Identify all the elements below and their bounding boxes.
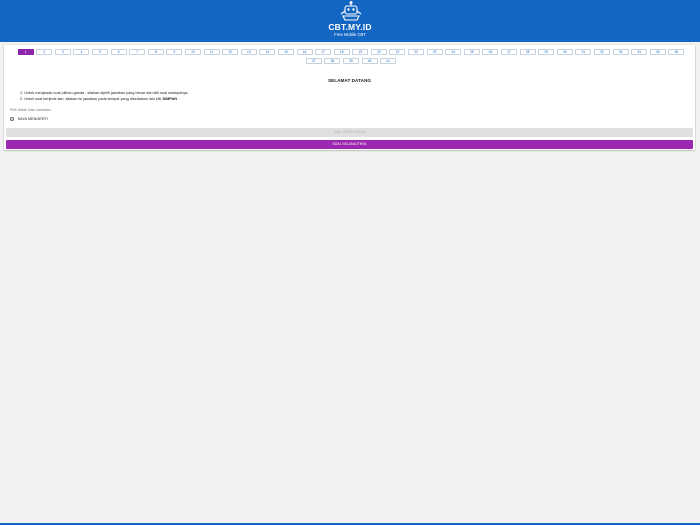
question-navigation: 1 2 3 4 5 6 7 8 9 10 11 12 13 14 15 16 17 18 19 20 21 22 23 24 2…	[10, 49, 692, 64]
answer-option-label: SAYA MENGERTI	[17, 117, 48, 121]
instruction-item: 2. Untuk soal berjenis lain, silakan isi…	[20, 97, 177, 101]
question-number-button[interactable]: 29	[538, 49, 555, 55]
question-number-button[interactable]: 3	[54, 49, 71, 55]
question-number-button[interactable]: 10	[184, 49, 201, 55]
question-number-button[interactable]: 18	[333, 49, 350, 55]
question-number-button[interactable]: 22	[408, 49, 425, 55]
question-number-button[interactable]: 11	[203, 49, 220, 55]
radio-button[interactable]	[10, 117, 14, 121]
question-number-button[interactable]: 40	[361, 58, 378, 64]
question-number-button[interactable]: 1	[17, 49, 34, 55]
question-number-button[interactable]: 9	[166, 49, 183, 55]
question-number-button[interactable]: 20	[370, 49, 387, 55]
question-number-button[interactable]: 38	[324, 58, 341, 64]
question-number-button[interactable]: 15	[277, 49, 294, 55]
question-number-button[interactable]: 37	[305, 58, 322, 64]
question-number-button[interactable]: 2	[36, 49, 53, 55]
question-number-button[interactable]: 25	[463, 49, 480, 55]
robot-mascot-icon	[340, 1, 362, 21]
question-number-button[interactable]: 34	[631, 49, 648, 55]
question-number-button[interactable]: 35	[649, 49, 666, 55]
question-number-button[interactable]: 17	[315, 49, 332, 55]
exam-card: 1 2 3 4 5 6 7 8 9 10 11 12 13 14 15 16 17 18 19 20 21 22 23 24 2…	[4, 45, 695, 150]
welcome-title: SELAMAT DATANG	[328, 78, 371, 83]
question-number-button[interactable]: 13	[240, 49, 257, 55]
answer-option[interactable]: SAYA MENGERTI	[10, 116, 48, 122]
question-number-button[interactable]: 24	[445, 49, 462, 55]
question-number-button[interactable]: 21	[389, 49, 406, 55]
instruction-bold-word: SIMPAN	[162, 97, 177, 101]
question-number-button[interactable]: 8	[147, 49, 164, 55]
question-number-button[interactable]: 23	[426, 49, 443, 55]
question-number-button[interactable]: 33	[612, 49, 629, 55]
site-title: CBT.MY.ID	[328, 22, 372, 32]
question-number-button[interactable]: 36	[668, 49, 685, 55]
answer-prompt: Pilih Salah Satu Jawaban	[10, 108, 51, 112]
previous-question-button[interactable]: SOAL SEBELUMNYA	[6, 128, 693, 137]
question-number-button[interactable]: 14	[259, 49, 276, 55]
question-number-button[interactable]: 16	[296, 49, 313, 55]
question-number-button[interactable]: 19	[352, 49, 369, 55]
question-number-button[interactable]: 5	[91, 49, 108, 55]
question-number-button[interactable]: 32	[594, 49, 611, 55]
question-number-button[interactable]: 12	[222, 49, 239, 55]
next-question-button[interactable]: SOAL SELANJUTNYA	[6, 139, 693, 149]
question-number-button[interactable]: 4	[73, 49, 90, 55]
question-number-button[interactable]: 6	[110, 49, 127, 55]
question-number-button[interactable]: 26	[482, 49, 499, 55]
site-subtitle: Free Mobile CBT	[334, 32, 366, 37]
header: CBT.MY.ID Free Mobile CBT	[0, 0, 700, 42]
question-number-button[interactable]: 27	[501, 49, 518, 55]
question-number-button[interactable]: 39	[343, 58, 359, 64]
question-number-button[interactable]: 31	[575, 49, 592, 55]
question-number-button[interactable]: 30	[556, 49, 573, 55]
instructions-list: 1. Untuk menjawab soal pilihan ganda , s…	[20, 90, 188, 102]
question-number-button[interactable]: 41	[380, 58, 397, 64]
question-number-button[interactable]: 7	[129, 49, 146, 55]
question-number-button[interactable]: 28	[519, 49, 536, 55]
